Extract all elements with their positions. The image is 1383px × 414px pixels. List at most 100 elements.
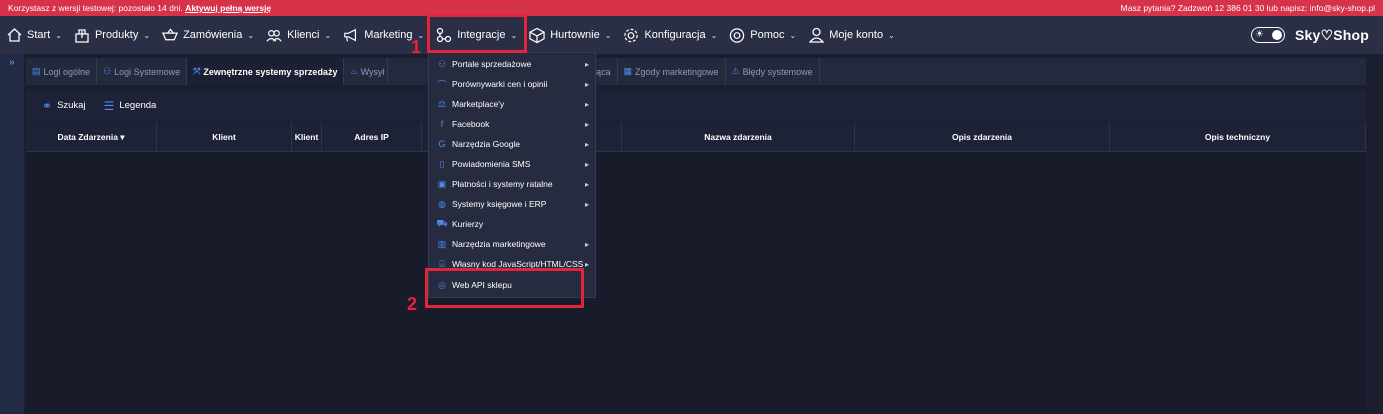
col-nazwa-zdarzenia[interactable]: Nazwa zdarzenia — [622, 122, 855, 152]
nav-konfiguracja-label: Konfiguracja — [644, 29, 706, 41]
payment-icon: ▣ — [437, 178, 447, 189]
col-adres-ip[interactable]: Adres IP — [322, 122, 422, 152]
tab-label: Logi ogólne — [43, 66, 91, 77]
nav-pomoc[interactable]: Pomoc ⌄ — [723, 16, 802, 54]
tab-label: Zgody marketingowe — [635, 66, 719, 77]
activate-full-version-link[interactable]: Aktywuj pełną wersję — [185, 3, 271, 13]
contact-info: Masz pytania? Zadzwoń 12 386 01 30 lub n… — [1120, 3, 1375, 13]
menu-label: Systemy księgowe i ERP — [452, 199, 547, 209]
tab-bledy-systemowe[interactable]: ⚠ Błędy systemowe — [726, 58, 820, 85]
menu-item-porownywarki[interactable]: ⌒ Porównywarki cen i opinii ▸ — [429, 74, 595, 94]
menu-item-kurierzy[interactable]: ⛟ Kurierzy — [429, 214, 595, 234]
main-nav: Start ⌄ Produkty ⌄ Zamówienia ⌄ Klienci ⌄ Ma… — [0, 16, 1383, 54]
highlight-web-api — [425, 268, 584, 308]
legend-button[interactable]: ☰ Legenda — [104, 99, 157, 113]
tab-label: Zewnętrzne systemy sprzedaży — [203, 66, 338, 77]
chevron-down-icon: ⌄ — [710, 30, 718, 40]
step-2-label: 2 — [407, 294, 418, 314]
menu-label: Płatności i systemy ratalne — [452, 179, 553, 189]
legend-label: Legenda — [119, 100, 157, 111]
tab-logi-systemowe[interactable]: ⚇ Logi Systemowe — [97, 58, 188, 85]
menu-item-google[interactable]: G Narzędzia Google ▸ — [429, 134, 595, 154]
menu-item-portale[interactable]: ⚇ Portale sprzedażowe ▸ — [429, 54, 595, 74]
integracje-dropdown: ⚇ Portale sprzedażowe ▸ ⌒ Porównywarki cen … — [428, 52, 596, 298]
chevron-right-icon: ▸ — [584, 259, 589, 269]
col-klient[interactable]: Klient — [157, 122, 292, 152]
theme-toggle[interactable]: ☀ — [1250, 27, 1285, 43]
tab-label: Wysył — [360, 66, 385, 77]
sidebar-collapsed: » — [0, 54, 24, 414]
globe-icon: ◍ — [438, 198, 446, 209]
nav-hurtownie[interactable]: Hurtownie ⌄ — [523, 16, 617, 54]
col-opis-techniczny[interactable]: Opis techniczny — [1110, 122, 1366, 152]
menu-label: Narzędzia Google — [452, 139, 521, 149]
chevron-right-icon: ▸ — [584, 99, 589, 109]
tab-zewnetrzne-systemy[interactable]: ⤧ Zewnętrzne systemy sprzedaży — [187, 58, 345, 85]
chevron-down-icon: ⌄ — [143, 30, 151, 40]
nav-marketing-label: Marketing — [364, 29, 413, 41]
nav-moje-konto[interactable]: Moje konto ⌄ — [802, 16, 901, 54]
lifebuoy-icon — [729, 27, 745, 43]
nav-start[interactable]: Start ⌄ — [0, 16, 68, 54]
menu-label: Powiadomienia SMS — [452, 159, 531, 169]
nav-klienci[interactable]: Klienci ⌄ — [260, 16, 337, 54]
menu-item-marketplace[interactable]: ⚖ Marketplace'y ▸ — [429, 94, 595, 114]
nav-klienci-label: Klienci — [287, 29, 320, 41]
menu-label: Kurierzy — [452, 219, 484, 229]
chevron-right-icon: ▸ — [584, 59, 589, 69]
skyshop-logo[interactable]: Sky♡Shop — [1295, 27, 1369, 44]
gear-icon — [623, 27, 639, 43]
chevron-down-icon: ⌄ — [55, 30, 62, 40]
trial-text: Korzystasz z wersji testowej: pozostało … — [8, 3, 183, 13]
tab-zgody-marketingowe[interactable]: ▦ Zgody marketingowe — [618, 58, 726, 85]
search-button[interactable]: ⚭ Szukaj — [42, 99, 86, 113]
expand-sidebar-icon[interactable]: » — [0, 54, 24, 71]
search-label: Szukaj — [57, 100, 86, 111]
chevron-right-icon: ▸ — [584, 159, 589, 169]
menu-item-erp[interactable]: ◍ Systemy księgowe i ERP ▸ — [429, 194, 595, 214]
sms-icon: ▯ — [439, 158, 445, 169]
col-data-zdarzenia[interactable]: Data Zdarzenia ▾ — [26, 122, 157, 152]
menu-label: Marketplace'y — [452, 99, 505, 109]
nav-zamowienia[interactable]: Zamówienia ⌄ — [156, 16, 260, 54]
menu-item-facebook[interactable]: f Facebook ▸ — [429, 114, 595, 134]
nav-produkty[interactable]: Produkty ⌄ — [68, 16, 156, 54]
nav-hurtownie-label: Hurtownie — [550, 29, 600, 41]
home-icon — [6, 27, 22, 43]
nav-konfiguracja[interactable]: Konfiguracja ⌄ — [617, 16, 723, 54]
chevron-down-icon: ⌄ — [247, 30, 255, 40]
chevron-right-icon: ▸ — [584, 239, 589, 249]
col-label: Data Zdarzenia ▾ — [57, 131, 125, 142]
box-icon — [74, 27, 90, 43]
trial-bar: Korzystasz z wersji testowej: pozostało … — [0, 0, 1383, 16]
chevron-down-icon: ⌄ — [604, 30, 612, 40]
col-label: Opis zdarzenia — [952, 132, 1012, 142]
chevron-right-icon: ▸ — [584, 199, 589, 209]
col-label: Klient — [294, 132, 319, 142]
grid-icon: ▦ — [623, 66, 633, 76]
warning-icon: ⚠ — [731, 66, 740, 76]
col-klient-2[interactable]: Klient — [292, 122, 322, 152]
chevron-right-icon: ▸ — [584, 79, 589, 89]
col-opis-zdarzenia[interactable]: Opis zdarzenia — [855, 122, 1110, 152]
scale-icon: ⚖ — [437, 98, 447, 109]
col-label: Nazwa zdarzenia — [704, 132, 772, 142]
people-icon: ⚇ — [103, 66, 112, 76]
tab-logi-ogolne[interactable]: ▤ Logi ogólne — [26, 58, 98, 85]
cube-icon — [529, 27, 545, 43]
chevron-down-icon: ⌄ — [888, 30, 895, 40]
menu-item-platnosci[interactable]: ▣ Płatności i systemy ratalne ▸ — [429, 174, 595, 194]
courier-icon: ⛟ — [436, 218, 448, 228]
table-header: Data Zdarzenia ▾ Klient Klient Adres IP … — [26, 122, 1366, 152]
user-icon — [808, 27, 824, 43]
table-body — [26, 152, 1366, 414]
menu-label: Portale sprzedażowe — [452, 59, 532, 69]
col-label: Opis techniczny — [1204, 132, 1271, 142]
menu-label: Porównywarki cen i opinii — [452, 79, 548, 89]
menu-item-sms[interactable]: ▯ Powiadomienia SMS ▸ — [429, 154, 595, 174]
chevron-right-icon: ▸ — [584, 119, 589, 129]
binoculars-icon: ⚭ — [42, 98, 53, 113]
nav-zamowienia-label: Zamówienia — [183, 29, 243, 41]
tab-wysylka[interactable]: ⌓ Wysył — [344, 58, 389, 85]
menu-item-narzedzia-marketingowe[interactable]: ▥ Narzędzia marketingowe ▸ — [429, 234, 595, 254]
